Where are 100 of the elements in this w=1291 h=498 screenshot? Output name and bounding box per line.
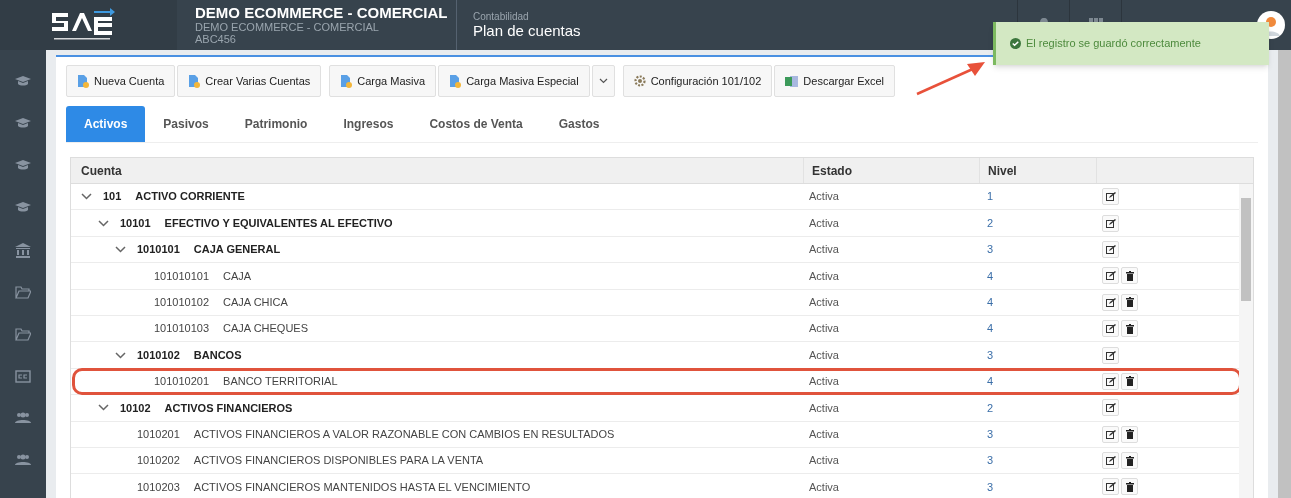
document-icon: [77, 74, 89, 88]
toolbar-button[interactable]: Crear Varias Cuentas: [177, 65, 322, 97]
status-text: Activa: [809, 215, 839, 231]
edit-icon[interactable]: [1102, 425, 1119, 443]
account-name: ACTIVOS FINANCIEROS DISPONIBLES PARA LA VENTA: [193, 453, 484, 469]
level-number: 3: [987, 242, 994, 258]
delete-icon[interactable]: [1121, 293, 1138, 311]
scrollbar[interactable]: [1239, 184, 1253, 498]
level-number: 3: [987, 426, 994, 442]
delete-icon[interactable]: [1121, 320, 1138, 338]
edit-icon[interactable]: [1102, 240, 1119, 258]
account-code: 101010102: [154, 295, 210, 310]
account-name: BANCOS: [193, 347, 242, 363]
scrollbar-thumb[interactable]: [1241, 198, 1251, 301]
status-text: Activa: [809, 374, 839, 390]
delete-icon[interactable]: [1121, 425, 1138, 443]
chevron-down-icon[interactable]: [98, 219, 109, 227]
tab[interactable]: Patrimonio: [226, 106, 326, 142]
edit-icon[interactable]: [1102, 452, 1119, 470]
account-code: 1010201: [137, 426, 180, 442]
tab[interactable]: Pasivos: [145, 106, 227, 142]
account-name: CAJA GENERAL: [193, 242, 281, 258]
document-icon: [188, 74, 201, 88]
column-header: Cuenta: [80, 162, 123, 180]
chevron-down-icon[interactable]: [81, 193, 92, 201]
document-icon: [449, 74, 462, 88]
level-number: 4: [987, 321, 994, 337]
edit-icon[interactable]: [1102, 399, 1119, 417]
account-name: ACTIVO CORRIENTE: [135, 189, 245, 205]
delete-icon[interactable]: [1121, 267, 1138, 285]
level-number: 4: [987, 295, 994, 310]
edit-icon[interactable]: [1102, 214, 1119, 232]
folder-icon[interactable]: [15, 284, 31, 300]
check-circle-icon: [1010, 38, 1021, 49]
account-code: 10101: [120, 215, 151, 231]
level-number: 3: [987, 479, 994, 495]
column-header: Nivel: [979, 158, 1096, 183]
account-code: 1010102: [137, 347, 180, 363]
account-code: 101010201: [154, 374, 210, 390]
chevron-down-icon[interactable]: [98, 404, 109, 412]
account-name: ACTIVOS FINANCIEROS MANTENIDOS HASTA EL VENCIMIENTO: [193, 479, 531, 495]
module-name: Contabilidad: [473, 10, 530, 22]
status-text: Activa: [809, 189, 839, 205]
status-text: Activa: [809, 347, 839, 363]
edit-icon[interactable]: [1102, 267, 1119, 285]
toast-message: El registro se guardó correctamente: [1026, 36, 1201, 52]
account-code: 1010203: [137, 479, 180, 495]
company-subtitle: DEMO ECOMMERCE - COMERCIAL: [195, 21, 380, 33]
delete-icon[interactable]: [1121, 372, 1138, 390]
tab[interactable]: Ingresos: [325, 106, 412, 142]
edit-icon[interactable]: [1102, 346, 1119, 364]
level-number: 2: [987, 400, 994, 416]
account-name: CAJA CHEQUES: [223, 321, 309, 337]
account-code: 101010101: [154, 268, 210, 284]
status-text: Activa: [809, 321, 839, 337]
level-number: 3: [987, 453, 994, 469]
toolbar-button[interactable]: Carga Masiva Especial: [438, 65, 590, 97]
chevron-down-icon[interactable]: [115, 351, 126, 359]
tab[interactable]: Activos: [66, 106, 146, 142]
page-title: Plan de cuentas: [473, 21, 581, 40]
toolbar-button[interactable]: Descargar Excel: [774, 65, 896, 97]
edit-icon[interactable]: [1102, 293, 1119, 311]
level-number: 2: [987, 215, 994, 231]
users-icon[interactable]: [15, 452, 31, 468]
edit-icon[interactable]: [1102, 320, 1119, 338]
toolbar-button[interactable]: Carga Masiva: [329, 65, 437, 97]
toolbar-button[interactable]: Nueva Cuenta: [66, 65, 176, 97]
account-name: EFECTIVO Y EQUIVALENTES AL EFECTIVO: [164, 215, 393, 231]
level-number: 4: [987, 268, 994, 284]
column-header: Estado: [803, 158, 979, 183]
tab[interactable]: Gastos: [540, 106, 618, 142]
spreadsheet-icon: [785, 74, 799, 88]
chevron-down-icon[interactable]: [115, 245, 126, 253]
status-text: Activa: [809, 400, 839, 416]
chevron-down-icon: [598, 78, 608, 84]
account-name: BANCO TERRITORIAL: [223, 374, 338, 390]
folder-icon[interactable]: [15, 326, 31, 342]
delete-icon[interactable]: [1121, 452, 1138, 470]
bank-icon[interactable]: [15, 242, 31, 258]
edit-icon[interactable]: [1102, 188, 1119, 206]
account-name: CAJA CHICA: [223, 295, 288, 310]
company-code: ABC456: [195, 33, 237, 45]
edit-icon[interactable]: [1102, 478, 1119, 496]
account-code: 101: [103, 189, 122, 205]
level-number: 4: [987, 374, 994, 390]
settings-icon: [633, 75, 646, 87]
status-text: Activa: [809, 268, 839, 284]
delete-icon[interactable]: [1121, 478, 1138, 496]
edit-icon[interactable]: [1102, 372, 1119, 390]
users-icon[interactable]: [15, 410, 31, 426]
level-number: 3: [987, 347, 994, 363]
status-text: Activa: [809, 479, 839, 495]
closed-caption-icon[interactable]: [15, 368, 31, 384]
tab[interactable]: Costos de Venta: [411, 106, 541, 142]
status-text: Activa: [809, 453, 839, 469]
level-number: 1: [987, 189, 994, 205]
account-code: 101010103: [154, 321, 210, 337]
page-scrollbar[interactable]: [1278, 50, 1291, 498]
toolbar-button[interactable]: Configuración 101/102: [622, 65, 773, 97]
account-name: CAJA: [223, 268, 252, 284]
